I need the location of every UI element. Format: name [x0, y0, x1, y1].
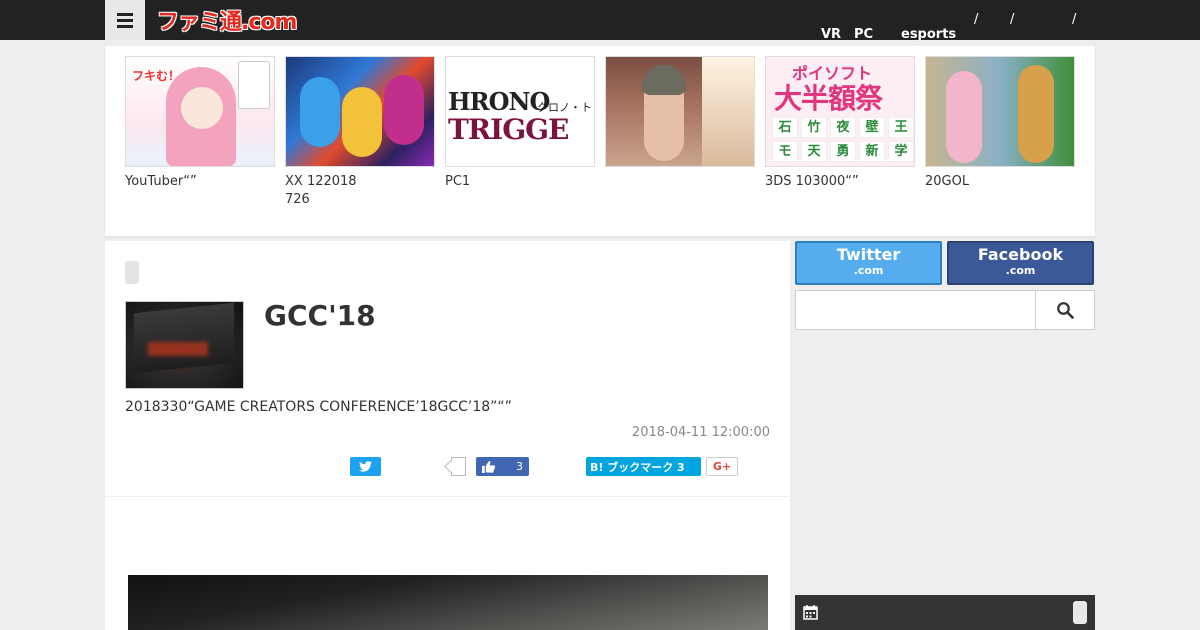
site-logo[interactable]: ファミ通.com	[157, 6, 297, 35]
thumbnail-headline: 大半額祭	[774, 82, 883, 115]
logo-text-chrono: HRONO	[448, 87, 550, 116]
hatena-bookmark-button[interactable]: B! ブックマーク 3	[586, 457, 701, 476]
recommended-thumbnail[interactable]: フキむ！	[125, 56, 275, 167]
character-figure	[342, 87, 382, 157]
grid-cell: 学	[888, 141, 914, 162]
recommended-caption[interactable]: 20GOL	[925, 173, 1075, 191]
mascot-badge	[238, 61, 270, 109]
recommended-caption[interactable]: 3DS 103000“”	[765, 173, 915, 191]
recommended-thumbnail[interactable]: HRONO TRIGGE クロノ・ト	[445, 56, 595, 167]
nav-link-vr[interactable]: VR	[821, 27, 841, 42]
article-thumbnail	[125, 301, 244, 389]
twitter-follow-button[interactable]: Twitter .com	[795, 241, 942, 285]
share-buttons: 3 B! ブックマーク 3 G+	[105, 455, 790, 479]
grid-cell: 石	[772, 117, 798, 138]
twitter-label: Twitter	[836, 245, 901, 264]
facebook-like-button[interactable]: 3	[476, 457, 529, 476]
twitter-sub-label: .com	[853, 264, 884, 277]
grid-cell: 竹	[801, 117, 827, 138]
facebook-label: Facebook	[977, 245, 1064, 264]
top-bar: ファミ通.com VR PC esports / / /	[0, 0, 1200, 42]
character-figure	[1018, 65, 1054, 163]
calendar-bar	[795, 595, 1095, 630]
grid-cell: 勇	[830, 141, 856, 162]
grid-cell: モ	[772, 141, 798, 162]
article-body	[105, 497, 790, 630]
grid-cell: 天	[801, 141, 827, 162]
grid-cell: 夜	[830, 117, 856, 138]
recommended-caption[interactable]: PC1	[445, 173, 595, 191]
search-button[interactable]	[1035, 290, 1095, 330]
anime-girl-face	[181, 87, 223, 129]
article-date: 2018-04-11 12:00:00	[631, 425, 770, 440]
search-icon	[1057, 302, 1074, 319]
twitter-bird-icon	[359, 461, 372, 472]
menu-icon-line	[117, 18, 133, 22]
thumbnail-text: フキむ！	[132, 69, 181, 83]
logo-text-trigger: TRIGGE	[448, 113, 569, 146]
recommended-card[interactable]: HRONO TRIGGE クロノ・ト PC1	[445, 56, 595, 191]
character-figure	[384, 75, 424, 145]
recommended-card[interactable]: フキむ！ YouTuber“”	[125, 56, 275, 191]
recommended-caption[interactable]: XX 122018 726	[285, 173, 435, 209]
thumbs-up-icon	[482, 460, 495, 473]
share-count-bubble	[451, 457, 466, 476]
article-lead: 2018330“GAME CREATORS CONFERENCE’18GCC’1…	[125, 399, 512, 415]
hamburger-menu-button[interactable]	[105, 0, 145, 40]
article-title: GCC'18	[264, 299, 376, 332]
recommended-thumbnail[interactable]: ポイソフト 大半額祭 石 竹 夜 壁 王 モ 天 勇 新 学	[765, 56, 915, 167]
grid-cell: 王	[888, 117, 914, 138]
grid-cell: 新	[859, 141, 885, 162]
search-input[interactable]	[795, 290, 1036, 330]
recommended-strip: フキむ！ YouTuber“” XX 122018 726 HRONO TRIG…	[105, 46, 1095, 236]
recommended-card[interactable]	[605, 56, 755, 173]
nav-link-pc[interactable]: PC	[854, 27, 873, 42]
like-count: 3	[516, 460, 523, 473]
category-tag[interactable]	[125, 261, 139, 284]
google-plus-button[interactable]: G+	[706, 457, 738, 476]
logo-text-jp: クロノ・ト	[537, 101, 592, 114]
menu-icon-line	[117, 12, 133, 16]
nav-link-esports[interactable]: esports	[901, 27, 956, 42]
recommended-card[interactable]: 20GOL	[925, 56, 1075, 191]
character-figure	[300, 77, 340, 147]
article-header: GCC'18 2018330“GAME CREATORS CONFERENCE’…	[105, 241, 790, 496]
tweet-button[interactable]	[350, 457, 381, 476]
menu-icon-line	[117, 24, 133, 28]
recommended-card[interactable]: ポイソフト 大半額祭 石 竹 夜 壁 王 モ 天 勇 新 学 3DS 10300…	[765, 56, 915, 191]
recommended-thumbnail[interactable]	[925, 56, 1075, 167]
recommended-thumbnail[interactable]	[605, 56, 755, 167]
scroll-handle[interactable]	[1073, 601, 1087, 624]
grid-cell: 壁	[859, 117, 885, 138]
recommended-caption[interactable]: YouTuber“”	[125, 173, 275, 191]
title-grid: 石 竹 夜 壁 王 モ 天 勇 新 学	[772, 117, 914, 162]
recommended-card[interactable]: XX 122018 726	[285, 56, 435, 209]
nav-separator: /	[1010, 12, 1015, 27]
character-figure	[946, 71, 982, 163]
character-hair	[642, 65, 686, 95]
calendar-icon	[803, 605, 818, 620]
background-door	[702, 57, 754, 166]
screen-glow	[148, 342, 208, 356]
facebook-sub-label: .com	[1005, 264, 1036, 277]
nav-separator: /	[974, 12, 979, 27]
nav-separator: /	[1072, 12, 1077, 27]
facebook-follow-button[interactable]: Facebook .com	[947, 241, 1094, 285]
presentation-screen	[134, 302, 234, 374]
recommended-thumbnail[interactable]	[285, 56, 435, 167]
article-main-image	[128, 575, 768, 630]
